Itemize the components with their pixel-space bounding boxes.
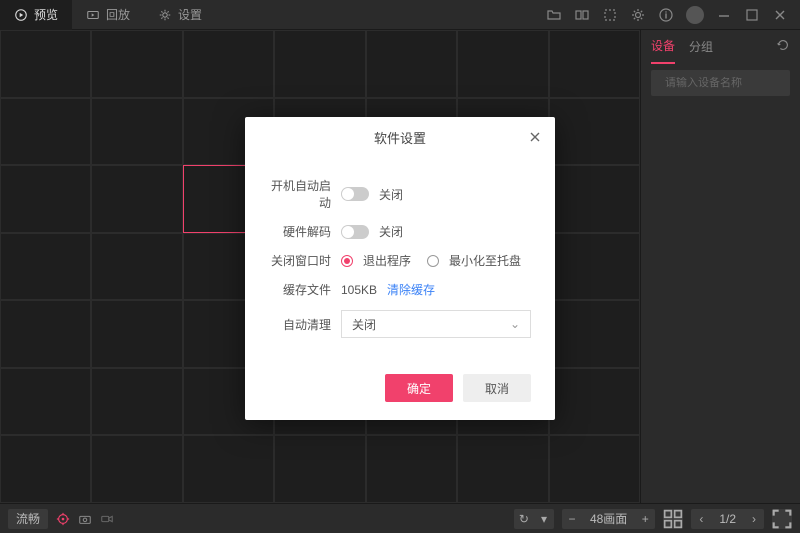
grid-icon[interactable] — [663, 509, 683, 529]
tab-label: 回放 — [106, 6, 130, 23]
target-icon[interactable] — [56, 512, 70, 526]
close-icon[interactable] — [527, 129, 543, 145]
page-prev[interactable]: ‹ — [691, 509, 711, 529]
close-icon[interactable] — [772, 7, 788, 23]
loop-icon: ↻ — [514, 509, 534, 529]
layout-minus[interactable]: − — [562, 509, 582, 529]
chevron-down-icon: ▾ — [534, 509, 554, 529]
search-input[interactable] — [665, 77, 800, 89]
dialog-title-bar: 软件设置 — [245, 117, 555, 157]
page-next[interactable]: › — [744, 509, 764, 529]
autostart-label: 开机自动启动 — [269, 177, 331, 211]
sidebar-tab-groups[interactable]: 分组 — [689, 30, 713, 63]
autostart-toggle[interactable] — [341, 187, 369, 201]
fullscreen-icon[interactable] — [772, 509, 792, 529]
play-icon — [14, 8, 28, 22]
search-box[interactable] — [651, 70, 790, 96]
top-toolbar: 预览 回放 设置 — [0, 0, 800, 30]
sidebar-tab-devices[interactable]: 设备 — [651, 29, 675, 64]
radio-tray[interactable] — [427, 255, 439, 267]
tab-playback[interactable]: 回放 — [72, 0, 144, 30]
radio-exit[interactable] — [341, 255, 353, 267]
settings-dialog: 软件设置 开机自动启动 关闭 硬件解码 关闭 关闭窗口时 退出程序 最小化至托盘… — [245, 117, 555, 420]
tab-label: 预览 — [34, 6, 58, 23]
folder-icon[interactable] — [546, 7, 562, 23]
playback-icon — [86, 8, 100, 22]
cache-label: 缓存文件 — [269, 281, 331, 298]
chevron-down-icon: ⌄ — [510, 317, 520, 331]
avatar[interactable] — [686, 6, 704, 24]
tab-settings[interactable]: 设置 — [144, 0, 216, 30]
record-icon[interactable] — [100, 512, 114, 526]
autoclean-value: 关闭 — [352, 316, 376, 333]
maximize-icon[interactable] — [744, 7, 760, 23]
minimize-icon[interactable] — [716, 7, 732, 23]
snapshot-icon[interactable] — [78, 512, 92, 526]
loop-button[interactable]: ↻▾ — [514, 509, 554, 529]
autostart-state: 关闭 — [379, 186, 403, 203]
dialog-title: 软件设置 — [374, 128, 426, 147]
hwdecode-toggle[interactable] — [341, 225, 369, 239]
ok-button[interactable]: 确定 — [385, 374, 453, 402]
bottom-bar: 流畅 ↻▾ − 48画面 + ‹ 1/2 › — [0, 503, 800, 533]
hwdecode-state: 关闭 — [379, 223, 403, 240]
layout-label: 48画面 — [582, 510, 635, 527]
dashed-box-icon[interactable] — [602, 7, 618, 23]
refresh-icon[interactable] — [776, 38, 790, 55]
quality-button[interactable]: 流畅 — [8, 509, 48, 529]
clear-cache-link[interactable]: 清除缓存 — [387, 281, 435, 298]
multiview-icon[interactable] — [574, 7, 590, 23]
autoclean-label: 自动清理 — [269, 316, 331, 333]
cache-size: 105KB — [341, 283, 377, 297]
tab-preview[interactable]: 预览 — [0, 0, 72, 30]
window-controls — [546, 6, 800, 24]
sidebar: 设备 分组 — [640, 30, 800, 503]
page-indicator: 1/2 — [711, 512, 744, 526]
layout-plus[interactable]: + — [635, 509, 655, 529]
hwdecode-label: 硬件解码 — [269, 223, 331, 240]
onclose-label: 关闭窗口时 — [269, 252, 331, 269]
autoclean-select[interactable]: 关闭 ⌄ — [341, 310, 531, 338]
info-icon[interactable] — [658, 7, 674, 23]
radio-exit-label: 退出程序 — [363, 252, 411, 269]
cancel-button[interactable]: 取消 — [463, 374, 531, 402]
gear-icon — [158, 8, 172, 22]
gear-icon[interactable] — [630, 7, 646, 23]
radio-tray-label: 最小化至托盘 — [449, 252, 521, 269]
tab-label: 设置 — [178, 6, 202, 23]
